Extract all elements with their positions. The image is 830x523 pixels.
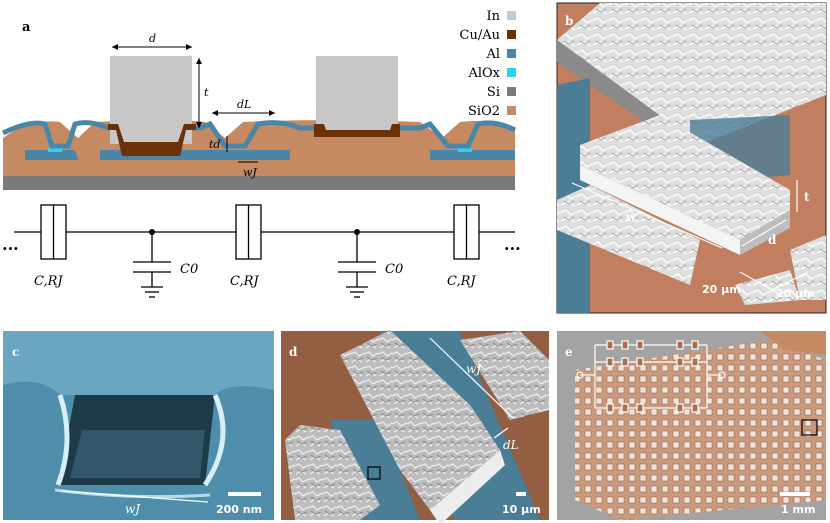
inset-junction — [606, 357, 614, 367]
panel-c-sem: c wJ 200 nm — [3, 331, 274, 520]
ellipsis-right: ... — [504, 235, 521, 254]
legend-swatch — [507, 106, 516, 115]
inset-junction — [691, 403, 699, 413]
panel-e-scalebar — [780, 492, 810, 496]
inset-junction — [636, 403, 644, 413]
junction-2-label: C,RJ — [230, 274, 259, 289]
panel-e-scalebar-text: 1 mm — [781, 503, 815, 516]
junction-1-label: C,RJ — [34, 274, 63, 289]
legend-swatch — [507, 87, 516, 96]
panel-c-scalebar — [228, 492, 261, 496]
si-layer — [3, 176, 515, 190]
ellipsis-left: ... — [2, 235, 19, 254]
dim-td-label: td — [209, 138, 220, 151]
panel-b-scalebar-left: 20 µm — [702, 283, 741, 296]
indium-block-2 — [316, 56, 398, 130]
legend-label: In — [486, 9, 500, 24]
panel-c-scalebar-text: 200 nm — [216, 503, 262, 516]
panel-b-label: b — [565, 14, 573, 28]
inset-junction — [636, 357, 644, 367]
dim-t-label: t — [204, 86, 209, 99]
panel-d-sem: d wJ dL 10 µm — [281, 330, 549, 523]
inset-junction — [621, 357, 629, 367]
panel-a-cross-section: a d t dL td wJ — [1, 20, 517, 190]
panel-b-d-label: d — [768, 233, 777, 247]
legend-label: Si — [487, 85, 500, 100]
panel-b-sem: b w d t 20 µm 20 µm — [556, 2, 827, 314]
legend-label: SiO2 — [468, 104, 500, 119]
legend-swatch — [507, 68, 516, 77]
legend-swatch — [507, 30, 516, 39]
node-2 — [354, 229, 360, 235]
node-1 — [149, 229, 155, 235]
circuit-diagram — [14, 204, 515, 298]
legend-label: AlOx — [467, 66, 500, 81]
inset-junction — [621, 340, 629, 350]
inset-junction — [691, 340, 699, 350]
indium-block-1 — [110, 56, 192, 144]
panel-d-dl-label: dL — [503, 438, 519, 452]
cap-1-label: C0 — [180, 262, 198, 277]
panel-c-label: c — [12, 345, 19, 359]
panel-e-label: e — [565, 345, 573, 359]
panel-a-label: a — [22, 20, 31, 35]
inset-junction — [606, 340, 614, 350]
sio2-layer — [3, 120, 515, 176]
legend-label: Al — [485, 47, 500, 62]
panel-d-scalebar-text: 10 µm — [502, 503, 541, 516]
inset-junction — [606, 403, 614, 413]
inset-junction — [676, 403, 684, 413]
alox-left — [48, 148, 62, 152]
al-bottom-right — [430, 150, 515, 160]
inset-junction — [676, 340, 684, 350]
dim-dl-label: dL — [237, 98, 251, 111]
panel-e-sem: e 1 mm — [557, 331, 826, 520]
panel-d-label: d — [289, 345, 298, 359]
legend-label: Cu/Au — [460, 28, 500, 43]
panel-b-w-label: w — [625, 210, 637, 224]
legend-swatch — [507, 49, 516, 58]
inset-junction — [621, 403, 629, 413]
junction-3-label: C,RJ — [447, 274, 476, 289]
inset-junction — [636, 340, 644, 350]
inset-junction — [691, 357, 699, 367]
panel-d-scalebar — [516, 492, 526, 496]
figure: a d t dL td wJ InCu/AuAlAlOxSiSiO2 ... .… — [1, 2, 827, 523]
panel-c-wj-label: wJ — [125, 502, 141, 516]
legend: In Cu/Au Al AlOx Si SiO2 — [460, 9, 516, 119]
panel-c-pit-floor — [70, 430, 205, 478]
legend-swatch — [507, 11, 516, 20]
panel-d-wj-label: wJ — [466, 362, 482, 376]
dim-wj-label: wJ — [243, 166, 257, 179]
cap-2-label: C0 — [385, 262, 403, 277]
inset-junction — [676, 357, 684, 367]
alox-right — [458, 148, 472, 152]
panel-b-scalebar-right: 20 µm — [776, 287, 815, 300]
dim-d-label: d — [149, 32, 156, 45]
panel-b-t-label: t — [804, 190, 810, 204]
